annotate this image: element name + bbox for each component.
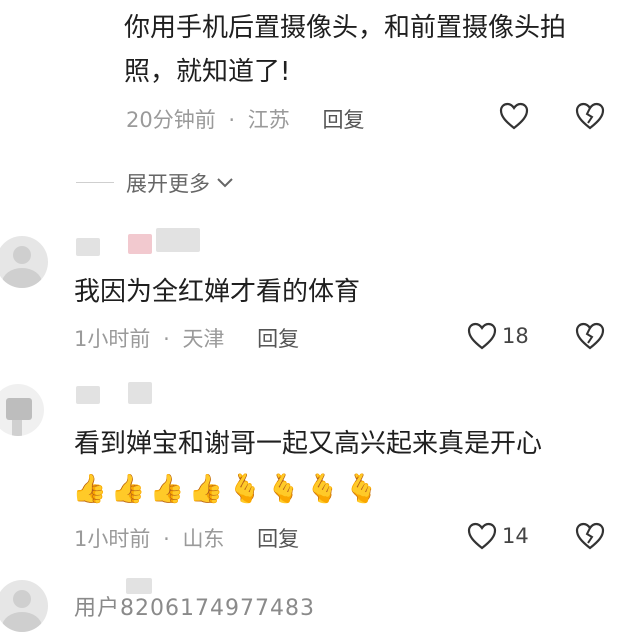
dislike-button[interactable]	[574, 520, 606, 552]
comment-meta: 1小时前 · 山东 回复	[74, 523, 299, 553]
comment-text-cont: 照，就知道了!	[124, 57, 291, 87]
meta-separator: ·	[163, 527, 170, 551]
comment-meta: 20分钟前 · 江苏 回复	[126, 104, 364, 134]
chevron-down-icon	[217, 178, 233, 188]
broken-heart-icon	[575, 102, 605, 130]
username-blur	[76, 238, 100, 256]
like-button[interactable]	[498, 100, 530, 132]
reply-button[interactable]: 回复	[322, 108, 364, 132]
username-blur	[76, 386, 100, 404]
thumbs-up-emoji: 👍	[149, 472, 185, 505]
like-count: 18	[502, 324, 529, 348]
like-button[interactable]	[466, 320, 498, 352]
thumbs-up-emoji: 👍	[110, 472, 146, 505]
divider	[76, 182, 114, 183]
broken-heart-icon	[575, 322, 605, 350]
like-button[interactable]	[466, 520, 498, 552]
emoji-row: 👍 👍 👍 👍 🫰 🫰 🫰 🫰	[72, 472, 379, 506]
finger-heart-emoji: 🫰	[344, 472, 379, 505]
like-count: 14	[502, 524, 529, 548]
comment-time: 20分钟前	[126, 108, 216, 132]
comment-time: 1小时前	[74, 327, 151, 351]
thumbs-up-emoji: 👍	[188, 472, 224, 505]
heart-outline-icon	[499, 102, 529, 130]
avatar[interactable]	[0, 580, 48, 632]
avatar[interactable]	[0, 384, 44, 436]
reply-button[interactable]: 回复	[257, 527, 299, 551]
heart-outline-icon	[467, 522, 497, 550]
username-blur	[156, 228, 200, 252]
comment-text: 你用手机后置摄像头，和前置摄像头拍	[124, 13, 567, 43]
comment-location: 山东	[182, 527, 225, 551]
comment-time: 1小时前	[74, 527, 151, 551]
finger-heart-emoji: 🫰	[227, 472, 263, 505]
avatar[interactable]	[0, 236, 48, 288]
broken-heart-icon	[575, 522, 605, 550]
username-blur	[128, 234, 152, 254]
dislike-button[interactable]	[574, 100, 606, 132]
finger-heart-emoji: 🫰	[305, 472, 341, 505]
username-blur	[128, 382, 152, 404]
heart-outline-icon	[467, 322, 497, 350]
dislike-button[interactable]	[574, 320, 606, 352]
comment-location: 天津	[182, 327, 225, 351]
username: 用户8206174977483	[74, 596, 315, 621]
comment-text: 看到婵宝和谢哥一起又高兴起来真是开心	[74, 429, 543, 459]
comment-text: 我因为全红婵才看的体育	[74, 277, 361, 307]
meta-separator: ·	[163, 327, 170, 351]
reply-button[interactable]: 回复	[257, 327, 299, 351]
expand-more-label: 展开更多	[126, 172, 210, 196]
meta-separator: ·	[228, 108, 236, 132]
expand-more-button[interactable]: 展开更多	[126, 168, 234, 198]
finger-heart-emoji: 🫰	[266, 472, 302, 505]
thumbs-up-emoji: 👍	[72, 472, 107, 505]
comment-meta: 1小时前 · 天津 回复	[74, 323, 299, 353]
comment-location: 江苏	[247, 108, 290, 132]
